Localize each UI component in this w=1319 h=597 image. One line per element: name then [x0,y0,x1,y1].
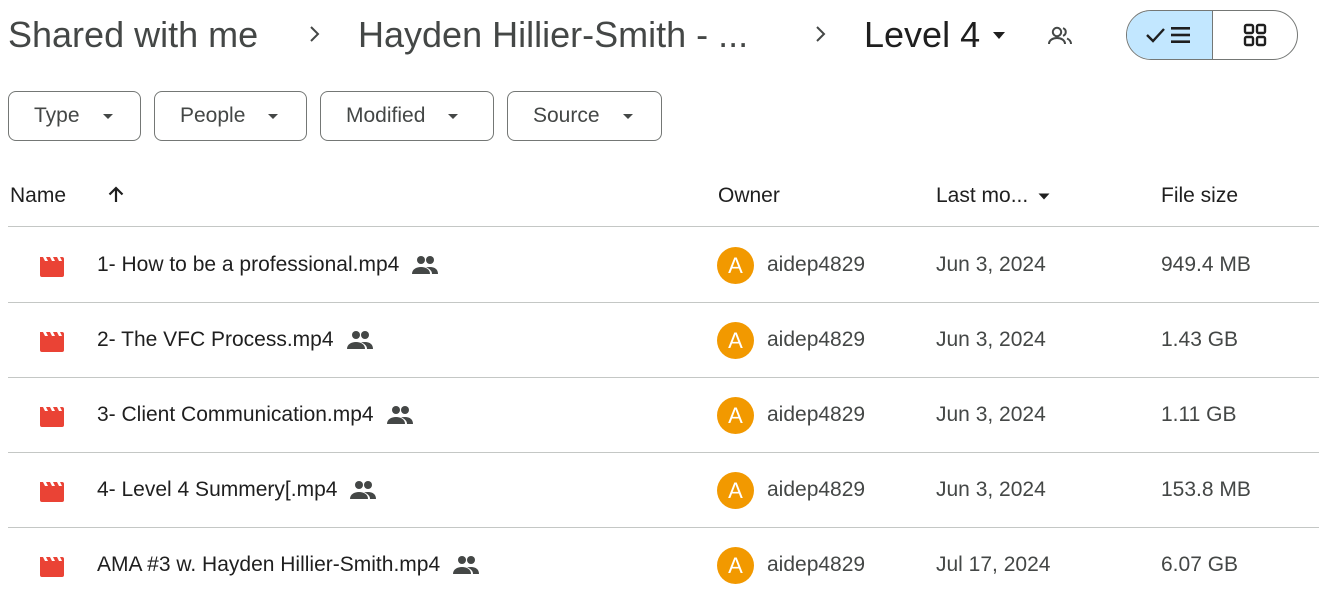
column-header-label: Last mo... [936,184,1029,207]
caret-down-icon [268,114,279,119]
chevron-right-icon [816,26,826,42]
owner-name: aidep4829 [767,403,866,426]
table-row[interactable]: AMA #3 w. Hayden Hillier-Smith.mp4 A aid… [8,528,1319,597]
table-header: Name Owner Last mo... File size [8,168,1319,227]
video-file-icon [40,332,64,352]
last-modified: Jun 3, 2024 [936,478,1046,501]
file-size: 1.43 GB [1161,328,1239,351]
file-name-cell: 4- Level 4 Summery[.mp4 [97,478,377,502]
shared-people-icon [346,331,373,349]
file-size: 6.07 GB [1161,553,1239,576]
file-size: 1.11 GB [1161,403,1237,426]
last-modified: Jun 3, 2024 [936,403,1046,426]
table-row[interactable]: 2- The VFC Process.mp4 A aidep4829 Jun 3… [8,303,1319,378]
avatar: A [717,547,754,584]
column-header-owner[interactable]: Owner [718,184,780,208]
filter-people[interactable]: People [154,91,307,141]
file-name: 1- How to be a professional.mp4 [97,253,400,276]
file-list: 1- How to be a professional.mp4 A aidep4… [8,228,1319,597]
file-name-cell: 3- Client Communication.mp4 [97,403,414,427]
caret-down-icon [448,114,459,119]
last-modified: Jun 3, 2024 [936,328,1046,351]
column-header-name[interactable]: Name [10,184,66,208]
filter-type[interactable]: Type [8,91,141,141]
column-header-last-modified[interactable]: Last mo... [936,184,1050,208]
owner-name: aidep4829 [767,328,866,351]
chevron-right-icon [310,26,320,42]
view-toggle [1126,10,1298,60]
column-header-file-size[interactable]: File size [1161,184,1238,208]
shared-people-icon [453,556,480,574]
filter-modified[interactable]: Modified [320,91,494,141]
video-file-icon [40,557,64,577]
filter-label: Source [533,104,600,127]
file-name: AMA #3 w. Hayden Hillier-Smith.mp4 [97,553,441,576]
file-size: 153.8 MB [1161,478,1251,501]
filter-label: Modified [346,104,426,127]
filter-source[interactable]: Source [507,91,662,141]
filter-bar: Type People Modified Source [8,91,662,141]
table-row[interactable]: 3- Client Communication.mp4 A aidep4829 … [8,378,1319,453]
video-file-icon [40,482,64,502]
file-name-cell: 2- The VFC Process.mp4 [97,328,374,352]
video-file-icon [40,407,64,427]
grid-view-button[interactable] [1213,11,1298,59]
owner-name: aidep4829 [767,553,866,576]
drive-page: Shared with me Hayden Hillier-Smith - ..… [0,0,1319,597]
shared-people-icon [412,256,439,274]
table-row[interactable]: 4- Level 4 Summery[.mp4 A aidep4829 Jun … [8,453,1319,528]
current-folder-menu[interactable]: Level 4 [864,12,1006,58]
caret-down-icon [102,114,113,119]
last-modified: Jun 3, 2024 [936,253,1046,276]
avatar: A [717,472,754,509]
file-name: 2- The VFC Process.mp4 [97,328,334,351]
avatar: A [717,247,754,284]
caret-down-icon [993,32,1006,39]
grid-icon [1243,23,1266,47]
file-name-cell: AMA #3 w. Hayden Hillier-Smith.mp4 [97,553,480,577]
filter-label: Type [34,104,80,127]
check-list-icon [1146,27,1191,43]
last-modified: Jul 17, 2024 [936,553,1051,576]
list-view-button[interactable] [1127,11,1213,59]
file-name-cell: 1- How to be a professional.mp4 [97,253,439,277]
file-size: 949.4 MB [1161,253,1251,276]
shared-people-icon [350,481,377,499]
caret-down-icon [622,114,633,119]
filter-label: People [180,104,246,127]
file-name: 4- Level 4 Summery[.mp4 [97,478,338,501]
current-folder-title: Level 4 [864,14,981,55]
arrow-up-icon[interactable] [104,183,128,207]
breadcrumb-shared-with-me[interactable]: Shared with me [8,14,258,56]
breadcrumb: Shared with me Hayden Hillier-Smith - ..… [0,0,1319,70]
avatar: A [717,397,754,434]
shared-people-icon [386,406,413,424]
table-row[interactable]: 1- How to be a professional.mp4 A aidep4… [8,228,1319,303]
breadcrumb-parent-folder[interactable]: Hayden Hillier-Smith - ... [358,14,748,56]
video-file-icon [40,257,64,277]
owner-name: aidep4829 [767,478,866,501]
file-name: 3- Client Communication.mp4 [97,403,374,426]
owner-name: aidep4829 [767,253,866,276]
caret-down-icon [1038,193,1050,200]
people-icon[interactable] [1046,22,1074,50]
avatar: A [717,322,754,359]
